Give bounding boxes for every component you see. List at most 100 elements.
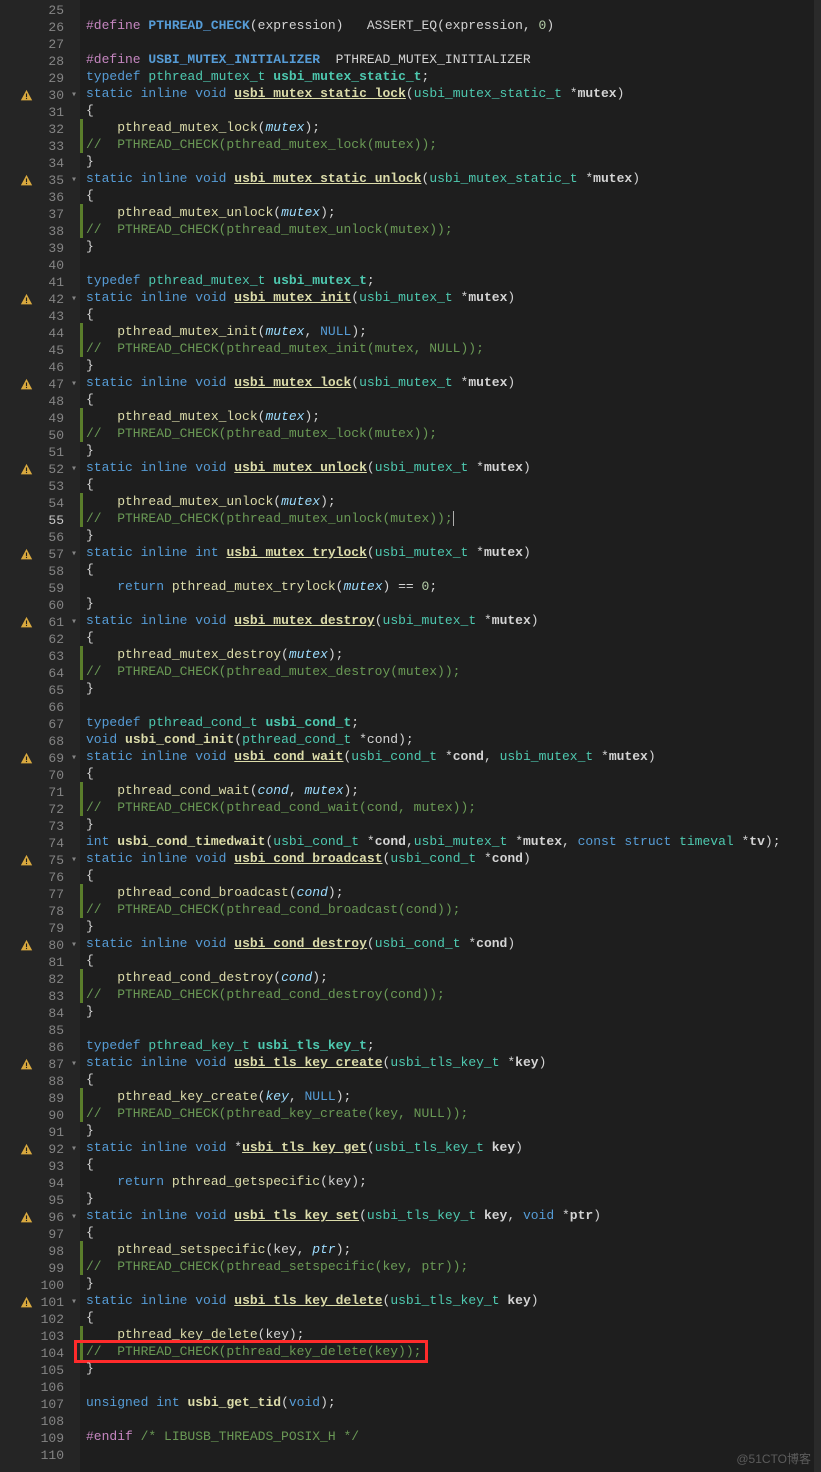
fold-toggle[interactable]: ▾ — [68, 376, 80, 393]
gutter-row[interactable]: 78 — [0, 903, 80, 920]
code-line[interactable]: } — [80, 1360, 821, 1377]
code-line[interactable]: static inline void usbi_mutex_unlock(usb… — [80, 459, 821, 476]
fold-toggle[interactable]: ▾ — [68, 852, 80, 869]
warning-marker[interactable] — [18, 938, 34, 954]
code-line[interactable]: { — [80, 629, 821, 646]
gutter-row[interactable]: 42▾ — [0, 291, 80, 308]
gutter-row[interactable]: 76 — [0, 869, 80, 886]
warning-marker[interactable] — [18, 547, 34, 563]
warning-marker[interactable] — [18, 1210, 34, 1226]
code-line[interactable]: { — [80, 391, 821, 408]
code-line[interactable]: static inline void usbi_mutex_lock(usbi_… — [80, 374, 821, 391]
code-line[interactable]: // PTHREAD_CHECK(pthread_cond_wait(cond,… — [80, 799, 821, 816]
fold-toggle[interactable]: ▾ — [68, 1209, 80, 1226]
code-line[interactable]: return pthread_mutex_trylock(mutex) == 0… — [80, 578, 821, 595]
warning-marker[interactable] — [18, 1057, 34, 1073]
gutter-row[interactable]: 107 — [0, 1396, 80, 1413]
code-line[interactable]: } — [80, 357, 821, 374]
code-line[interactable]: pthread_mutex_unlock(mutex); — [80, 493, 821, 510]
gutter-row[interactable]: 104 — [0, 1345, 80, 1362]
code-line[interactable]: // PTHREAD_CHECK(pthread_cond_destroy(co… — [80, 986, 821, 1003]
code-line[interactable]: static inline void usbi_mutex_static_unl… — [80, 170, 821, 187]
code-line[interactable]: pthread_key_delete(key); — [80, 1326, 821, 1343]
code-line[interactable]: typedef pthread_mutex_t usbi_mutex_t; — [80, 272, 821, 289]
gutter-row[interactable]: 61▾ — [0, 614, 80, 631]
gutter-row[interactable]: 45 — [0, 342, 80, 359]
warning-marker[interactable] — [18, 462, 34, 478]
fold-toggle[interactable]: ▾ — [68, 546, 80, 563]
code-line[interactable] — [80, 255, 821, 272]
code-line[interactable]: #endif /* LIBUSB_THREADS_POSIX_H */ — [80, 1428, 821, 1445]
code-line[interactable]: pthread_mutex_lock(mutex); — [80, 119, 821, 136]
gutter-row[interactable]: 43 — [0, 308, 80, 325]
code-line[interactable]: { — [80, 1071, 821, 1088]
gutter-row[interactable]: 46 — [0, 359, 80, 376]
code-line[interactable]: int usbi_cond_timedwait(usbi_cond_t *con… — [80, 833, 821, 850]
gutter-row[interactable]: 34 — [0, 155, 80, 172]
code-line[interactable]: static inline void usbi_cond_wait(usbi_c… — [80, 748, 821, 765]
gutter-row[interactable]: 64 — [0, 665, 80, 682]
gutter-row[interactable]: 31 — [0, 104, 80, 121]
gutter-row[interactable]: 86 — [0, 1039, 80, 1056]
code-line[interactable]: static inline void usbi_mutex_static_loc… — [80, 85, 821, 102]
code-line[interactable] — [80, 1020, 821, 1037]
gutter-row[interactable]: 103 — [0, 1328, 80, 1345]
code-line[interactable]: typedef pthread_key_t usbi_tls_key_t; — [80, 1037, 821, 1054]
code-line[interactable]: } — [80, 595, 821, 612]
warning-marker[interactable] — [18, 88, 34, 104]
fold-toggle[interactable]: ▾ — [68, 750, 80, 767]
gutter-row[interactable]: 41 — [0, 274, 80, 291]
warning-marker[interactable] — [18, 751, 34, 767]
gutter-row[interactable]: 39 — [0, 240, 80, 257]
code-line[interactable]: { — [80, 1224, 821, 1241]
warning-marker[interactable] — [18, 1142, 34, 1158]
code-line[interactable] — [80, 1411, 821, 1428]
gutter-row[interactable]: 29 — [0, 70, 80, 87]
gutter-row[interactable]: 44 — [0, 325, 80, 342]
code-line[interactable]: static inline void usbi_mutex_init(usbi_… — [80, 289, 821, 306]
code-line[interactable]: #define USBI_MUTEX_INITIALIZER PTHREAD_M… — [80, 51, 821, 68]
gutter-row[interactable]: 51 — [0, 444, 80, 461]
code-line[interactable]: pthread_mutex_lock(mutex); — [80, 408, 821, 425]
code-line[interactable]: // PTHREAD_CHECK(pthread_mutex_unlock(mu… — [80, 221, 821, 238]
code-line[interactable]: pthread_setspecific(key, ptr); — [80, 1241, 821, 1258]
code-line[interactable]: // PTHREAD_CHECK(pthread_mutex_init(mute… — [80, 340, 821, 357]
fold-toggle[interactable]: ▾ — [68, 1141, 80, 1158]
code-line[interactable]: static inline void usbi_mutex_destroy(us… — [80, 612, 821, 629]
code-line[interactable]: } — [80, 153, 821, 170]
gutter-row[interactable]: 33 — [0, 138, 80, 155]
gutter-row[interactable]: 83 — [0, 988, 80, 1005]
gutter-row[interactable]: 84 — [0, 1005, 80, 1022]
fold-toggle[interactable]: ▾ — [68, 1056, 80, 1073]
gutter-row[interactable]: 67 — [0, 716, 80, 733]
code-line[interactable]: } — [80, 816, 821, 833]
gutter-row[interactable]: 36 — [0, 189, 80, 206]
code-line[interactable]: // PTHREAD_CHECK(pthread_mutex_destroy(m… — [80, 663, 821, 680]
code-line[interactable]: static inline int usbi_mutex_trylock(usb… — [80, 544, 821, 561]
code-line[interactable]: typedef pthread_cond_t usbi_cond_t; — [80, 714, 821, 731]
code-line[interactable]: static inline void usbi_tls_key_delete(u… — [80, 1292, 821, 1309]
code-line[interactable]: pthread_cond_wait(cond, mutex); — [80, 782, 821, 799]
gutter-row[interactable]: 99 — [0, 1260, 80, 1277]
code-line[interactable]: pthread_mutex_destroy(mutex); — [80, 646, 821, 663]
gutter-row[interactable]: 32 — [0, 121, 80, 138]
gutter[interactable]: 252627282930▾3132333435▾36373839404142▾4… — [0, 0, 80, 1472]
gutter-row[interactable]: 102 — [0, 1311, 80, 1328]
code-line[interactable]: pthread_mutex_init(mutex, NULL); — [80, 323, 821, 340]
gutter-row[interactable]: 66 — [0, 699, 80, 716]
code-line[interactable]: { — [80, 102, 821, 119]
gutter-row[interactable]: 108 — [0, 1413, 80, 1430]
code-line[interactable]: static inline void usbi_tls_key_create(u… — [80, 1054, 821, 1071]
code-line[interactable]: } — [80, 918, 821, 935]
gutter-row[interactable]: 53 — [0, 478, 80, 495]
gutter-row[interactable]: 52▾ — [0, 461, 80, 478]
gutter-row[interactable]: 58 — [0, 563, 80, 580]
code-line[interactable]: } — [80, 1122, 821, 1139]
code-line[interactable]: { — [80, 476, 821, 493]
code-line[interactable] — [80, 34, 821, 51]
gutter-row[interactable]: 80▾ — [0, 937, 80, 954]
code-line[interactable]: } — [80, 442, 821, 459]
fold-toggle[interactable]: ▾ — [68, 461, 80, 478]
warning-marker[interactable] — [18, 292, 34, 308]
code-line[interactable]: } — [80, 1190, 821, 1207]
